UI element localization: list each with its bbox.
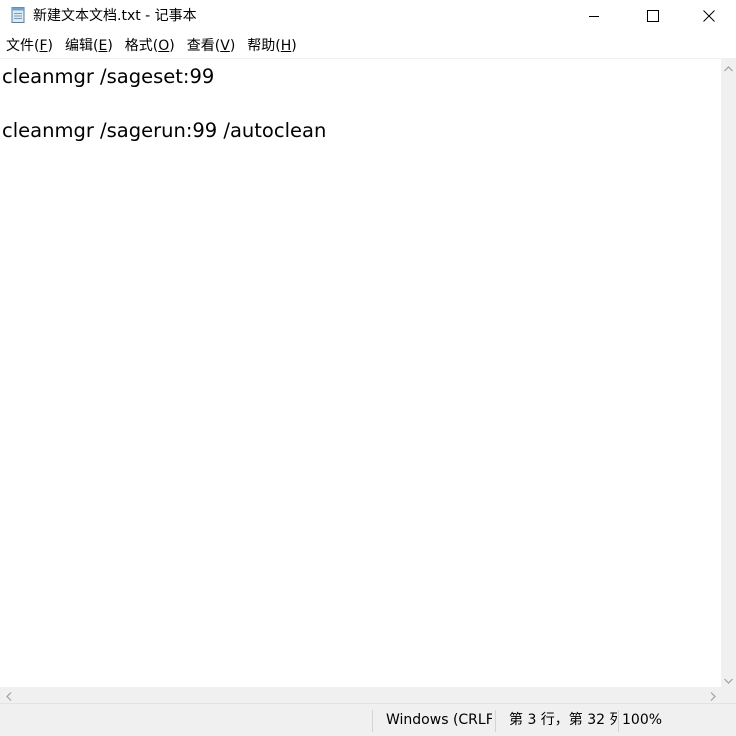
scroll-right-button[interactable]	[704, 687, 721, 703]
menu-file-end: )	[47, 38, 53, 54]
status-divider	[495, 710, 496, 732]
scroll-down-button[interactable]	[721, 670, 736, 687]
menu-format-end: )	[169, 38, 175, 54]
menu-file-label: 文件(	[6, 38, 40, 54]
menu-format-key: O	[158, 38, 170, 54]
menu-format[interactable]: 格式(O)	[120, 36, 180, 56]
chevron-right-icon	[710, 686, 716, 705]
scroll-up-button[interactable]	[721, 58, 736, 75]
menu-view-key: V	[220, 38, 230, 54]
status-bar: Windows (CRLF) 第 3 行，第 32 列 100%	[0, 703, 736, 736]
menu-edit-key: E	[98, 38, 108, 54]
title-bar[interactable]: 新建文本文档.txt - 记事本	[0, 0, 736, 32]
close-button[interactable]	[682, 0, 736, 32]
menu-help-end: )	[291, 38, 297, 54]
menu-edit[interactable]: 编辑(E)	[60, 36, 118, 56]
status-divider	[372, 710, 373, 732]
status-cursor-position: 第 3 行，第 32 列	[509, 712, 617, 728]
menu-help[interactable]: 帮助(H)	[242, 36, 301, 56]
menu-edit-label: 编辑(	[65, 38, 99, 54]
text-editor[interactable]: cleanmgr /sageset:99 cleanmgr /sagerun:9…	[0, 58, 721, 687]
chevron-down-icon	[724, 669, 733, 688]
menu-view[interactable]: 查看(V)	[182, 36, 241, 56]
vertical-scrollbar[interactable]	[721, 58, 736, 687]
menu-file[interactable]: 文件(F)	[1, 36, 58, 56]
scrollbar-corner	[721, 687, 736, 703]
menu-help-label: 帮助(	[247, 38, 281, 54]
menu-view-label: 查看(	[186, 38, 221, 54]
menu-format-label: 格式(	[124, 38, 159, 54]
menu-file-key: F	[39, 38, 48, 54]
close-icon	[703, 7, 715, 26]
maximize-icon	[646, 7, 659, 26]
menu-bar: 文件(F) 编辑(E) 格式(O) 查看(V) 帮助(H)	[0, 34, 736, 58]
status-zoom: 100%	[622, 712, 663, 728]
menu-view-end: )	[229, 38, 236, 54]
chevron-left-icon	[5, 686, 12, 705]
maximize-button[interactable]	[623, 0, 682, 32]
menu-help-key: H	[280, 38, 292, 54]
scroll-left-button[interactable]	[0, 687, 17, 703]
minimize-icon	[588, 7, 600, 26]
status-encoding: Windows (CRLF)	[386, 712, 492, 728]
menu-edit-end: )	[107, 38, 113, 54]
editor-content[interactable]: cleanmgr /sageset:99 cleanmgr /sagerun:9…	[2, 63, 326, 144]
minimize-button[interactable]	[564, 0, 623, 32]
window-title: 新建文本文档.txt - 记事本	[33, 8, 197, 24]
notepad-icon	[9, 6, 27, 24]
chevron-up-icon	[724, 57, 733, 76]
status-divider	[618, 710, 619, 732]
horizontal-scrollbar[interactable]	[0, 687, 721, 703]
